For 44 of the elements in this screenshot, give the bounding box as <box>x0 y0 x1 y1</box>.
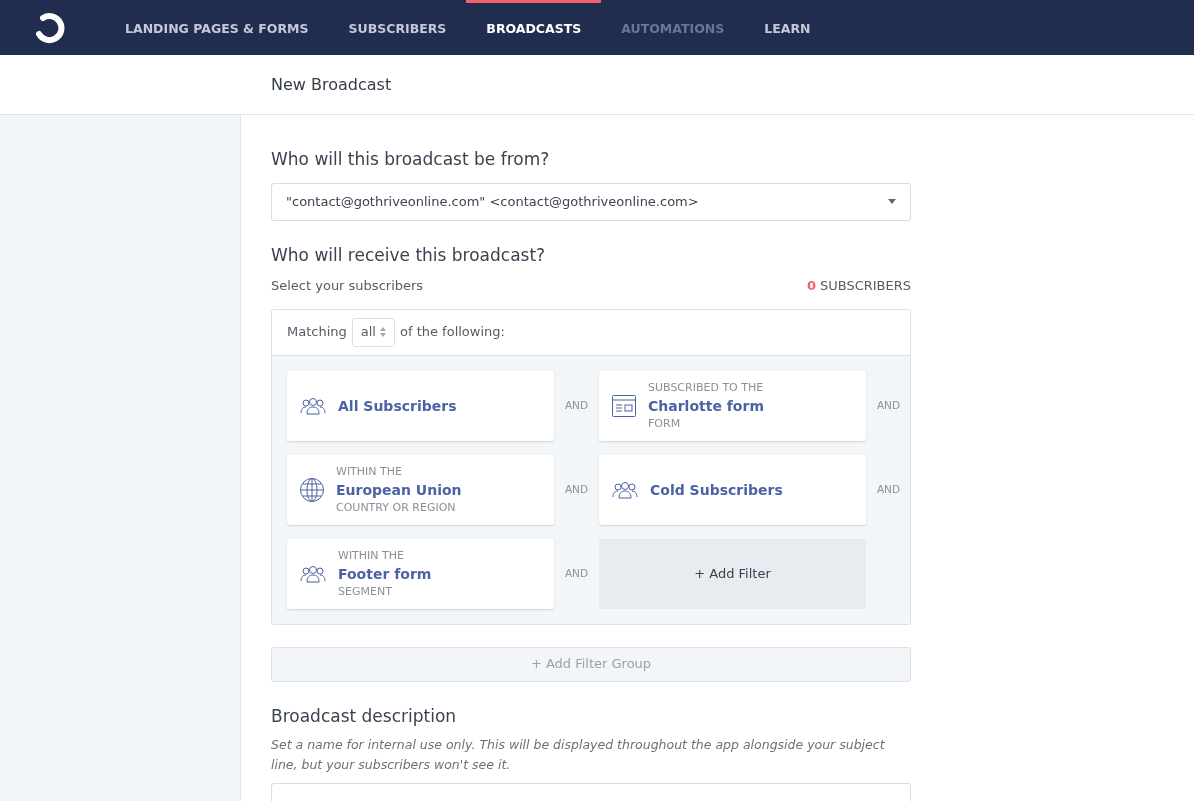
sender-dropdown[interactable]: "contact@gothriveonline.com" <contact@gothriveonline.com> <box>271 182 911 221</box>
section-heading: Who will receive this broadcast? <box>271 243 547 267</box>
form-window-icon <box>612 394 636 417</box>
page-title: New Broadcast <box>271 73 392 96</box>
sort-arrows-icon <box>380 327 386 337</box>
people-icon <box>612 480 638 499</box>
nav-tab[interactable]: LANDING PAGES & FORMS <box>105 0 329 55</box>
filter-card[interactable]: Cold Subscribers <box>599 454 866 525</box>
nav-tab[interactable]: SUBSCRIBERS <box>328 0 467 55</box>
nav-tab[interactable]: LEARN <box>744 0 831 55</box>
filter-type: FORM <box>648 415 682 432</box>
and-label: AND <box>876 397 901 413</box>
and-label: AND <box>564 565 589 581</box>
section-heading: Who will this broadcast be from? <box>271 148 551 171</box>
filter-prefix: WITHIN THE <box>338 547 406 564</box>
hint-text: Select your subscribers <box>271 277 424 295</box>
matching-label: Matching <box>287 323 347 342</box>
people-icon <box>300 564 326 583</box>
and-label: AND <box>876 481 901 497</box>
filter-name: Cold Subscribers <box>650 480 783 500</box>
filter-type: COUNTRY OR REGION <box>336 499 457 516</box>
people-icon <box>300 396 326 415</box>
description-hint: Set a name for internal use only. This will be displayed throughout the app alongside your subject line, but your subscribers won't see it. <box>271 736 886 774</box>
filter-prefix: WITHIN THE <box>336 463 404 480</box>
filter-card[interactable]: WITHIN THE European Union COUNTRY OR REGION <box>287 454 554 525</box>
filter-card[interactable]: All Subscribers <box>287 370 554 441</box>
and-label: AND <box>564 481 589 497</box>
nav-tab[interactable]: BROADCASTS <box>466 0 602 55</box>
filter-name: All Subscribers <box>338 396 457 416</box>
match-select[interactable]: all <box>351 317 395 347</box>
filter-card[interactable]: WITHIN THE Footer form SEGMENT <box>287 538 554 609</box>
subscriber-count: 0 SUBSCRIBERS <box>806 277 911 295</box>
and-label: AND <box>564 397 589 413</box>
matching-label: of the following: <box>400 323 505 342</box>
filter-type: SEGMENT <box>338 583 393 600</box>
filter-name: Charlotte form <box>648 396 764 416</box>
filter-prefix: SUBSCRIBED TO THE <box>648 379 764 396</box>
filter-name: European Union <box>336 480 462 500</box>
filter-name: Footer form <box>338 564 432 584</box>
section-heading: Broadcast description <box>271 704 458 728</box>
globe-icon <box>300 477 324 502</box>
caret-icon <box>888 199 896 204</box>
filter-card[interactable]: SUBSCRIBED TO THE Charlotte form FORM <box>599 370 866 441</box>
add-filter-button[interactable]: + Add Filter <box>599 538 866 609</box>
